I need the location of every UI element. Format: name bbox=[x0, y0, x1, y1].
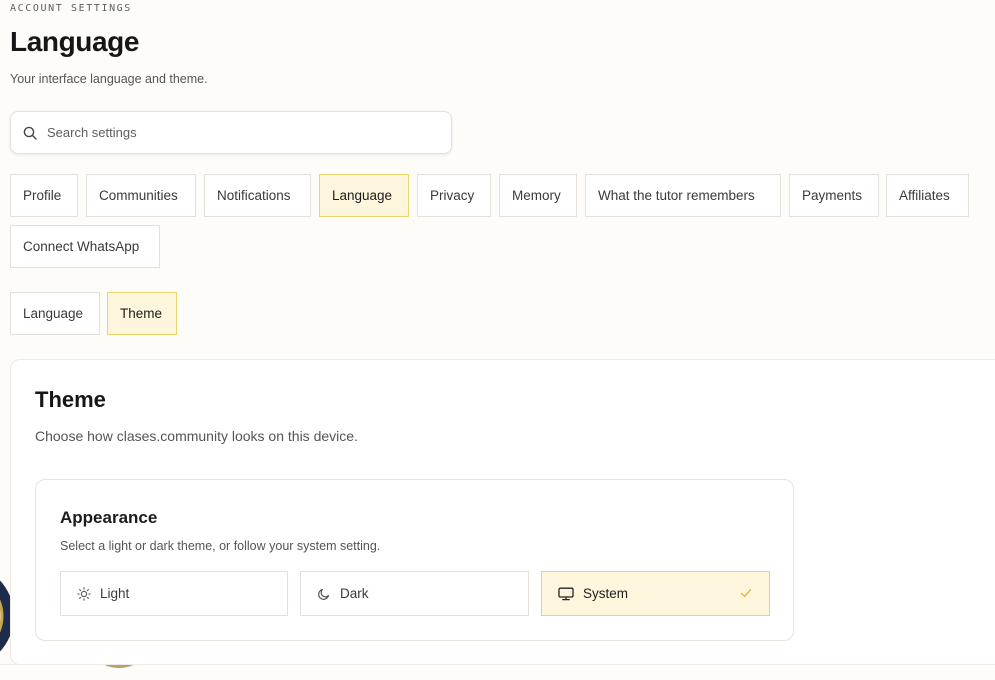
sun-icon bbox=[77, 586, 91, 601]
tab-affiliates[interactable]: Affiliates bbox=[886, 174, 969, 217]
tab-communities[interactable]: Communities bbox=[86, 174, 196, 217]
divider bbox=[0, 664, 995, 665]
tab-connect-whatsapp[interactable]: Connect WhatsApp bbox=[10, 225, 160, 268]
search-icon bbox=[23, 126, 37, 140]
settings-page: ACCOUNT SETTINGS Language Your interface… bbox=[0, 0, 995, 680]
tab-notifications[interactable]: Notifications bbox=[204, 174, 311, 217]
search-input[interactable] bbox=[47, 125, 427, 140]
tab-language[interactable]: Language bbox=[319, 174, 409, 217]
theme-card-description: Choose how clases.community looks on thi… bbox=[35, 428, 358, 444]
subtab-language[interactable]: Language bbox=[10, 292, 100, 335]
search-box[interactable] bbox=[10, 111, 452, 154]
moon-icon bbox=[318, 588, 330, 600]
theme-option-system[interactable]: System bbox=[541, 571, 770, 616]
theme-option-dark[interactable]: Dark bbox=[300, 571, 529, 616]
appearance-panel: Appearance Select a light or dark theme,… bbox=[35, 479, 794, 641]
theme-card: Theme Choose how clases.community looks … bbox=[10, 359, 995, 665]
check-icon bbox=[740, 589, 752, 598]
theme-option-dark-label: Dark bbox=[340, 586, 369, 601]
tab-memory[interactable]: Memory bbox=[499, 174, 577, 217]
tab-tutor-memory[interactable]: What the tutor remembers bbox=[585, 174, 781, 217]
subtab-theme[interactable]: Theme bbox=[107, 292, 177, 335]
section-eyebrow: ACCOUNT SETTINGS bbox=[10, 3, 132, 14]
appearance-description: Select a light or dark theme, or follow … bbox=[60, 539, 381, 553]
theme-option-light[interactable]: Light bbox=[60, 571, 288, 616]
theme-option-system-label: System bbox=[583, 586, 629, 601]
tab-payments[interactable]: Payments bbox=[789, 174, 879, 217]
page-subtitle: Your interface language and theme. bbox=[10, 72, 208, 86]
tab-profile[interactable]: Profile bbox=[10, 174, 78, 217]
page-title: Language bbox=[10, 26, 140, 57]
monitor-icon bbox=[558, 587, 574, 600]
tab-privacy[interactable]: Privacy bbox=[417, 174, 491, 217]
avatar-fragment bbox=[102, 664, 136, 668]
theme-option-light-label: Light bbox=[100, 586, 130, 601]
theme-card-title: Theme bbox=[35, 387, 106, 412]
appearance-title: Appearance bbox=[60, 508, 158, 527]
